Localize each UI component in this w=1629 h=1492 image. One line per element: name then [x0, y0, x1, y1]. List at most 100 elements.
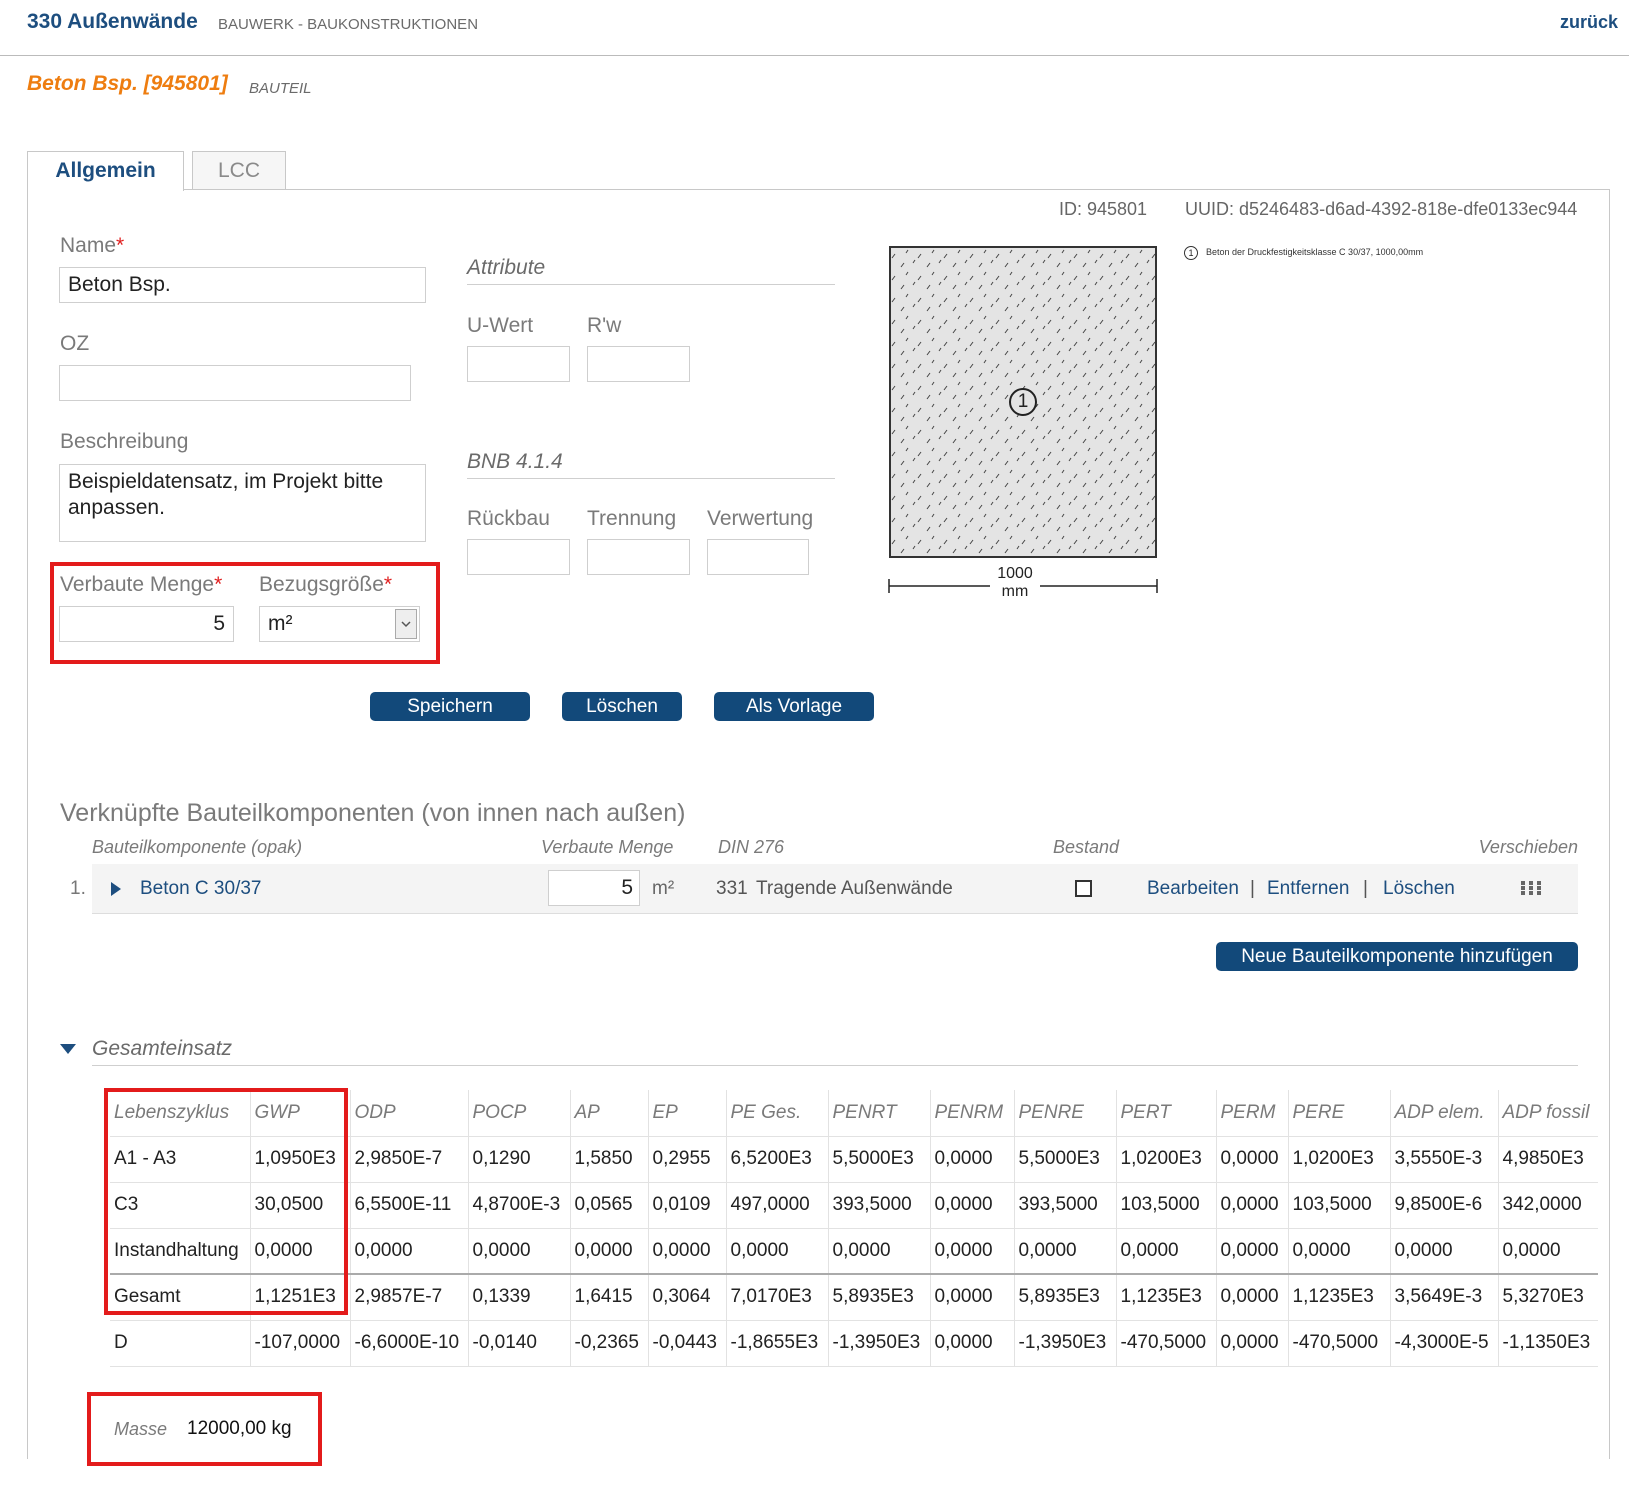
expand-triangle-icon[interactable]: [110, 881, 122, 897]
value-cell: 103,5000: [1287, 1181, 1390, 1228]
value-cell: 5,8935E3: [827, 1273, 930, 1320]
value-cell: 5,8935E3: [1013, 1273, 1116, 1320]
reference-select[interactable]: m²: [259, 606, 420, 642]
value-cell: 0,0000: [647, 1227, 726, 1274]
value-cell: 5,5000E3: [827, 1135, 930, 1182]
value-cell: 1,5850: [569, 1135, 648, 1182]
value-cell: 497,0000: [725, 1181, 828, 1228]
value-cell: 0,0000: [1115, 1227, 1216, 1274]
mass-value: 12000,00 kg: [187, 1418, 292, 1439]
value-cell: 0,0000: [929, 1135, 1014, 1182]
column-header: ADP fossil: [1497, 1090, 1598, 1136]
name-label: Name*: [60, 234, 125, 257]
component-edit-link[interactable]: Bearbeiten: [1147, 878, 1239, 900]
column-header: AP: [569, 1090, 648, 1136]
col-header-stock: Bestand: [1053, 837, 1120, 857]
value-cell: 342,0000: [1497, 1181, 1598, 1228]
value-cell: 6,5500E-11: [349, 1181, 468, 1228]
legend-text: Beton der Druckfestigkeitsklasse C 30/37…: [1206, 247, 1424, 257]
value-cell: 0,0000: [1215, 1227, 1288, 1274]
totals-section-title: Gesamteinsatz: [92, 1037, 233, 1060]
value-cell: 6,5200E3: [725, 1135, 828, 1182]
value-cell: 0,0565: [569, 1181, 648, 1228]
component-index: 1.: [70, 878, 86, 899]
rw-label: R'w: [587, 314, 622, 337]
reference-label: Bezugsgröße*: [259, 573, 393, 596]
value-cell: 3,5649E-3: [1389, 1273, 1498, 1320]
value-cell: -470,5000: [1287, 1319, 1390, 1367]
col-header-din: DIN 276: [718, 837, 785, 857]
value-cell: 1,0200E3: [1287, 1135, 1390, 1182]
attribute-section-title: Attribute: [467, 256, 546, 279]
bnb-divider: [467, 478, 835, 479]
value-cell: -0,2365: [569, 1319, 648, 1367]
stock-checkbox[interactable]: [1075, 880, 1092, 897]
column-header: PENRM: [929, 1090, 1014, 1136]
trennung-input[interactable]: [587, 539, 690, 575]
delete-button[interactable]: Löschen: [562, 692, 682, 721]
trennung-label: Trennung: [587, 507, 677, 530]
value-cell: -4,3000E-5: [1389, 1319, 1498, 1367]
verwertung-input[interactable]: [707, 539, 809, 575]
link-separator: |: [1363, 878, 1368, 899]
gwp-highlight-box: [104, 1088, 348, 1315]
value-cell: -1,8655E3: [725, 1319, 828, 1367]
save-as-template-button[interactable]: Als Vorlage: [714, 692, 874, 721]
value-cell: -107,0000: [249, 1319, 350, 1367]
component-name-link[interactable]: Beton C 30/37: [140, 878, 261, 900]
value-cell: -0,0140: [467, 1319, 570, 1367]
value-cell: 2,9850E-7: [349, 1135, 468, 1182]
collapse-triangle-icon[interactable]: [60, 1043, 76, 1055]
lifecycle-cell: D: [110, 1319, 250, 1367]
value-cell: 9,8500E-6: [1389, 1181, 1498, 1228]
components-title: Verknüpfte Bauteilkomponenten (von innen…: [60, 799, 686, 827]
value-cell: -1,3950E3: [1013, 1319, 1116, 1367]
reference-select-value: m²: [268, 612, 293, 635]
value-cell: 0,0000: [1215, 1181, 1288, 1228]
column-header: ADP elem.: [1389, 1090, 1498, 1136]
value-cell: 1,6415: [569, 1273, 648, 1320]
value-cell: -1,1350E3: [1497, 1319, 1598, 1367]
u-value-input[interactable]: [467, 346, 570, 382]
tab-allgemein[interactable]: Allgemein: [27, 151, 184, 191]
value-cell: 1,1235E3: [1287, 1273, 1390, 1320]
drag-handle-icon[interactable]: [1520, 880, 1542, 896]
value-cell: 0,3064: [647, 1273, 726, 1320]
value-cell: 0,1290: [467, 1135, 570, 1182]
value-cell: 0,0000: [1497, 1227, 1598, 1274]
value-cell: 0,0000: [1215, 1319, 1288, 1367]
name-input[interactable]: [59, 267, 426, 303]
oz-label: OZ: [60, 332, 90, 355]
rw-input[interactable]: [587, 346, 690, 382]
oz-input[interactable]: [59, 365, 411, 401]
value-cell: -470,5000: [1115, 1319, 1216, 1367]
mass-label: Masse: [114, 1419, 168, 1439]
value-cell: 0,1339: [467, 1273, 570, 1320]
value-cell: 4,8700E-3: [467, 1181, 570, 1228]
value-cell: 0,0000: [725, 1227, 828, 1274]
column-header: PE Ges.: [725, 1090, 828, 1136]
value-cell: 0,0000: [1215, 1135, 1288, 1182]
component-din-name: Tragende Außenwände: [756, 878, 953, 899]
bauteil-type-label: BAUTEIL: [249, 80, 312, 97]
tab-lcc[interactable]: LCC: [192, 151, 286, 190]
description-textarea[interactable]: Beispieldatensatz, im Projekt bitte anpa…: [59, 464, 426, 542]
add-component-button[interactable]: Neue Bauteilkomponente hinzufügen: [1216, 942, 1578, 971]
value-cell: 0,0000: [569, 1227, 648, 1274]
value-cell: 103,5000: [1115, 1181, 1216, 1228]
quantity-input[interactable]: [59, 606, 234, 642]
value-cell: 7,0170E3: [725, 1273, 828, 1320]
component-delete-link[interactable]: Löschen: [1383, 878, 1455, 900]
value-cell: -1,3950E3: [827, 1319, 930, 1367]
page-subtitle: BAUWERK - BAUKONSTRUKTIONEN: [218, 16, 479, 33]
value-cell: 0,0000: [1013, 1227, 1116, 1274]
back-link[interactable]: zurück: [1560, 12, 1618, 33]
save-button[interactable]: Speichern: [370, 692, 530, 721]
value-cell: 0,0000: [929, 1181, 1014, 1228]
column-header: PERE: [1287, 1090, 1390, 1136]
column-header: PENRE: [1013, 1090, 1116, 1136]
rueckbau-input[interactable]: [467, 539, 570, 575]
component-remove-link[interactable]: Entfernen: [1267, 878, 1349, 900]
component-quantity-input[interactable]: [548, 870, 640, 906]
value-cell: 0,0000: [827, 1227, 930, 1274]
